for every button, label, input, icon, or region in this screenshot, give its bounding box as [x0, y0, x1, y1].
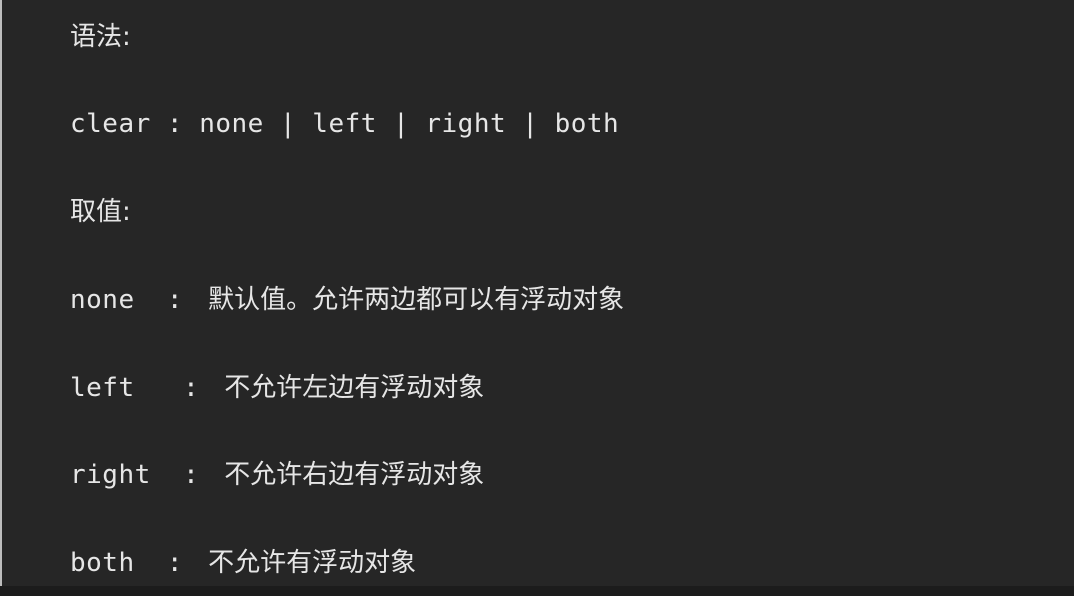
bottom-strip	[0, 586, 1074, 596]
value-description: 不允许右边有浮动对象	[224, 460, 485, 490]
value-key: none :	[70, 285, 184, 315]
value-key: right :	[70, 460, 200, 490]
value-row-right: right : 不允许右边有浮动对象	[70, 460, 484, 490]
value-row-left: left : 不允许左边有浮动对象	[70, 373, 484, 403]
value-description: 默认值。允许两边都可以有浮动对象	[208, 285, 625, 315]
value-key: both :	[70, 548, 184, 578]
value-description: 不允许左边有浮动对象	[224, 373, 485, 403]
document-page: 语法: clear : none | left | right | both 取…	[0, 0, 1074, 596]
left-border	[0, 0, 2, 586]
syntax-line: clear : none | left | right | both	[70, 109, 620, 139]
value-row-none: none : 默认值。允许两边都可以有浮动对象	[70, 285, 624, 315]
value-description: 不允许有浮动对象	[208, 548, 417, 578]
syntax-label: 语法:	[70, 22, 131, 52]
value-row-both: both : 不允许有浮动对象	[70, 548, 416, 578]
values-label: 取值:	[70, 197, 131, 227]
value-key: left :	[70, 373, 200, 403]
